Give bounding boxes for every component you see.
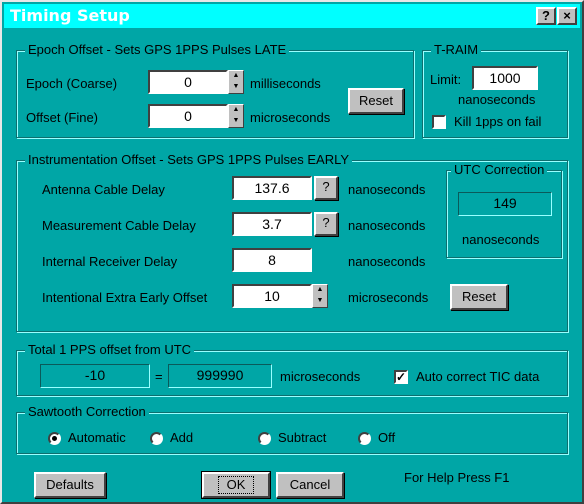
internal-delay-unit: nanoseconds [348, 254, 426, 269]
ok-label: OK [217, 476, 255, 494]
epoch-reset-button[interactable]: Reset [348, 88, 404, 114]
total-offset-left-value: -10 [40, 364, 150, 388]
instrumentation-reset-button[interactable]: Reset [450, 284, 508, 310]
help-button[interactable]: ? [536, 7, 556, 25]
window-title: Timing Setup [10, 6, 130, 25]
sawtooth-title: Sawtooth Correction [25, 404, 149, 420]
timing-setup-window: Timing Setup ? × Epoch Offset - Sets GPS… [0, 0, 584, 504]
epoch-coarse-unit: milliseconds [250, 76, 321, 91]
equals-sign: = [155, 369, 163, 384]
auto-correct-label: Auto correct TIC data [416, 369, 540, 384]
utc-correction-value: 149 [458, 192, 552, 216]
defaults-button[interactable]: Defaults [34, 472, 106, 498]
cancel-button[interactable]: Cancel [276, 472, 344, 498]
radio-subtract-label: Subtract [278, 430, 327, 445]
extra-offset-input[interactable]: 10 [232, 284, 312, 308]
epoch-coarse-spinner[interactable]: ▲ ▼ [228, 70, 244, 94]
extra-offset-spinner[interactable]: ▲ ▼ [312, 284, 328, 308]
measurement-help-button[interactable]: ? [314, 212, 338, 236]
extra-offset-unit: microseconds [348, 290, 429, 305]
traim-limit-label: Limit: [430, 72, 462, 87]
radio-automatic[interactable] [48, 432, 61, 445]
spin-up-icon[interactable]: ▲ [229, 71, 243, 82]
kill-1pps-checkbox[interactable] [432, 115, 446, 129]
antenna-help-button[interactable]: ? [314, 176, 338, 200]
traim-title: T-RAIM [431, 42, 482, 58]
offset-fine-spinner[interactable]: ▲ ▼ [228, 104, 244, 128]
radio-off[interactable] [358, 432, 371, 445]
kill-1pps-label: Kill 1pps on fail [454, 114, 542, 129]
spin-down-icon[interactable]: ▼ [313, 296, 327, 307]
title-bar[interactable]: Timing Setup ? × [4, 4, 580, 28]
radio-off-label: Off [378, 430, 396, 445]
epoch-coarse-label: Epoch (Coarse) [26, 76, 118, 91]
total-offset-right-value: 999990 [168, 364, 272, 388]
epoch-offset-title: Epoch Offset - Sets GPS 1PPS Pulses LATE [25, 42, 290, 58]
auto-correct-checkbox[interactable]: ✓ [394, 370, 408, 384]
spin-down-icon[interactable]: ▼ [229, 82, 243, 93]
utc-correction-title: UTC Correction [451, 162, 548, 178]
spin-up-icon[interactable]: ▲ [313, 285, 327, 296]
offset-fine-label: Offset (Fine) [26, 110, 99, 125]
epoch-coarse-input[interactable]: 0 [148, 70, 228, 94]
total-offset-unit: microseconds [280, 369, 361, 384]
measurement-delay-unit: nanoseconds [348, 218, 426, 233]
radio-add-label: Add [170, 430, 194, 445]
radio-subtract[interactable] [258, 432, 271, 445]
instrumentation-title: Instrumentation Offset - Sets GPS 1PPS P… [25, 152, 353, 168]
extra-offset-label: Intentional Extra Early Offset [42, 290, 208, 305]
traim-limit-unit: nanoseconds [458, 92, 536, 107]
utc-correction-unit: nanoseconds [462, 232, 540, 247]
close-button[interactable]: × [557, 7, 577, 25]
spin-up-icon[interactable]: ▲ [229, 105, 243, 116]
checkmark-icon: ✓ [396, 370, 407, 384]
internal-delay-input[interactable]: 8 [232, 248, 312, 272]
antenna-delay-input[interactable]: 137.6 [232, 176, 312, 200]
offset-fine-input[interactable]: 0 [148, 104, 228, 128]
measurement-delay-label: Measurement Cable Delay [42, 218, 196, 233]
radio-automatic-label: Automatic [68, 430, 126, 445]
antenna-delay-label: Antenna Cable Delay [42, 182, 165, 197]
help-hint: For Help Press F1 [404, 470, 510, 485]
offset-fine-unit: microseconds [250, 110, 331, 125]
traim-limit-input[interactable]: 1000 [472, 66, 538, 90]
total-offset-title: Total 1 PPS offset from UTC [25, 342, 195, 358]
ok-button[interactable]: OK [201, 471, 271, 499]
measurement-delay-input[interactable]: 3.7 [232, 212, 312, 236]
spin-down-icon[interactable]: ▼ [229, 116, 243, 127]
internal-delay-label: Internal Receiver Delay [42, 254, 178, 269]
radio-add[interactable] [150, 432, 163, 445]
antenna-delay-unit: nanoseconds [348, 182, 426, 197]
